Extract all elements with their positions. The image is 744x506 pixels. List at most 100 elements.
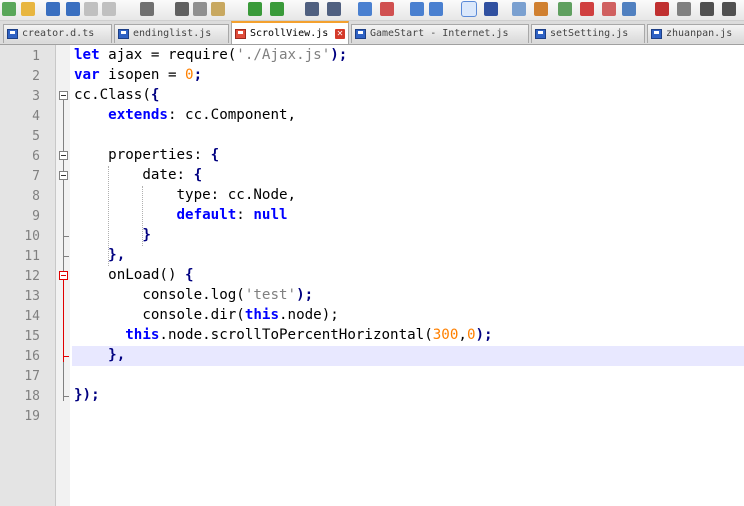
- code-token: 300: [432, 327, 459, 343]
- sync-horizontal-icon[interactable]: [429, 2, 443, 16]
- code-line: console.dir(this.node);: [74, 307, 338, 323]
- code-token: properties:: [74, 147, 211, 163]
- line-number: 1: [32, 49, 40, 64]
- file-icon: [651, 29, 662, 39]
- tab-setsetting-js[interactable]: setSetting.js: [531, 24, 645, 43]
- tab-zhuanpan-js[interactable]: zhuanpan.js: [647, 24, 744, 43]
- code-line: default: null: [74, 207, 288, 223]
- run-macro-multiple-icon[interactable]: [722, 2, 736, 16]
- fold-line-active: [63, 280, 64, 362]
- code-line: let ajax = require('./Ajax.js');: [74, 47, 347, 63]
- line-number: 19: [24, 409, 40, 424]
- line-number: 10: [24, 229, 40, 244]
- line-number: 2: [32, 69, 40, 84]
- paste-icon[interactable]: [211, 2, 225, 16]
- code-token: onLoad(): [74, 267, 186, 283]
- line-number: 14: [24, 309, 40, 324]
- redo-icon[interactable]: [270, 2, 284, 16]
- function-list-icon[interactable]: [580, 2, 594, 16]
- sync-vertical-icon[interactable]: [410, 2, 424, 16]
- code-line: this.node.scrollToPercentHorizontal(300,…: [74, 327, 493, 343]
- code-token: cc.Class(: [74, 87, 151, 103]
- replace-icon[interactable]: [327, 2, 341, 16]
- open-file-icon[interactable]: [21, 2, 35, 16]
- zoom-out-icon[interactable]: [380, 2, 394, 16]
- fold-toggle-active-icon[interactable]: [59, 271, 68, 280]
- tab-creator-d-ts[interactable]: creator.d.ts: [3, 24, 112, 43]
- fold-toggle-icon[interactable]: [59, 151, 68, 160]
- record-macro-icon[interactable]: [655, 2, 669, 16]
- code-token: ;: [193, 67, 203, 83]
- tab-label: GameStart - Internet.js: [370, 28, 509, 39]
- code-token: isopen =: [99, 67, 186, 83]
- code-editor[interactable]: 1 2 3 4 5 6 7 8 9 10 11 12 13 14 15 16 17 18 19 let ajax =…: [0, 45, 744, 506]
- close-icon[interactable]: [84, 2, 98, 16]
- fold-end: [63, 396, 69, 397]
- close-all-icon[interactable]: [102, 2, 116, 16]
- show-all-chars-icon[interactable]: [484, 2, 498, 16]
- tab-label: zhuanpan.js: [666, 28, 733, 39]
- document-map-icon[interactable]: [558, 2, 572, 16]
- code-token: null: [253, 207, 288, 223]
- line-number: 17: [24, 369, 40, 384]
- line-number: 5: [32, 129, 40, 144]
- code-token: );: [475, 327, 493, 343]
- code-token: default: [176, 207, 237, 223]
- code-token: './Ajax.js': [236, 47, 331, 63]
- line-number: 4: [32, 109, 40, 124]
- save-all-icon[interactable]: [66, 2, 80, 16]
- tab-label: setSetting.js: [550, 28, 629, 39]
- monitoring-icon[interactable]: [622, 2, 636, 16]
- save-icon[interactable]: [46, 2, 60, 16]
- word-wrap-icon[interactable]: [461, 1, 477, 17]
- cut-icon[interactable]: [175, 2, 189, 16]
- code-line: properties: {: [74, 147, 219, 163]
- code-token: ajax = require(: [99, 47, 237, 63]
- code-token: .node.scrollToPercentHorizontal(: [159, 327, 433, 343]
- undo-icon[interactable]: [248, 2, 262, 16]
- fold-end: [63, 236, 69, 237]
- playback-macro-icon[interactable]: [700, 2, 714, 16]
- tab-endinglist-js[interactable]: endinglist.js: [114, 24, 229, 43]
- toolbar: [0, 0, 744, 21]
- code-token: ,: [458, 327, 467, 343]
- code-line: type: cc.Node,: [74, 187, 296, 203]
- fold-end-active: [63, 356, 69, 357]
- line-number: 15: [24, 329, 40, 344]
- indent-guide-icon[interactable]: [512, 2, 526, 16]
- stop-recording-icon[interactable]: [677, 2, 691, 16]
- code-token: let: [74, 47, 100, 63]
- copy-icon[interactable]: [193, 2, 207, 16]
- line-number-gutter: 1 2 3 4 5 6 7 8 9 10 11 12 13 14 15 16 17 18 19: [0, 45, 56, 506]
- line-number: 6: [32, 149, 40, 164]
- file-icon: [7, 29, 18, 39]
- line-number: 7: [32, 169, 40, 184]
- code-token: },: [108, 247, 126, 263]
- tab-gamestart-internet-js[interactable]: GameStart - Internet.js: [351, 24, 529, 43]
- code-token: 0: [185, 67, 194, 83]
- code-token: :: [236, 207, 254, 223]
- code-token: : cc.Component,: [167, 107, 297, 123]
- code-token: this: [244, 307, 280, 323]
- code-token: date:: [74, 167, 194, 183]
- new-file-icon[interactable]: [2, 2, 16, 16]
- find-icon[interactable]: [305, 2, 319, 16]
- tab-label: creator.d.ts: [22, 28, 95, 39]
- close-tab-icon[interactable]: ✕: [335, 29, 345, 39]
- line-number: 18: [24, 389, 40, 404]
- print-icon[interactable]: [140, 2, 154, 16]
- tab-label: endinglist.js: [133, 28, 212, 39]
- fold-toggle-icon[interactable]: [59, 91, 68, 100]
- folder-as-workspace-icon[interactable]: [602, 2, 616, 16]
- line-number: 12: [24, 269, 40, 284]
- file-icon: [118, 29, 129, 39]
- current-line-highlight: [72, 346, 744, 366]
- code-line: },: [74, 247, 125, 263]
- tab-scrollview-js[interactable]: ScrollView.js ✕: [231, 21, 349, 44]
- user-defined-language-icon[interactable]: [534, 2, 548, 16]
- fold-toggle-icon[interactable]: [59, 171, 68, 180]
- zoom-in-icon[interactable]: [358, 2, 372, 16]
- line-number: 3: [32, 89, 40, 104]
